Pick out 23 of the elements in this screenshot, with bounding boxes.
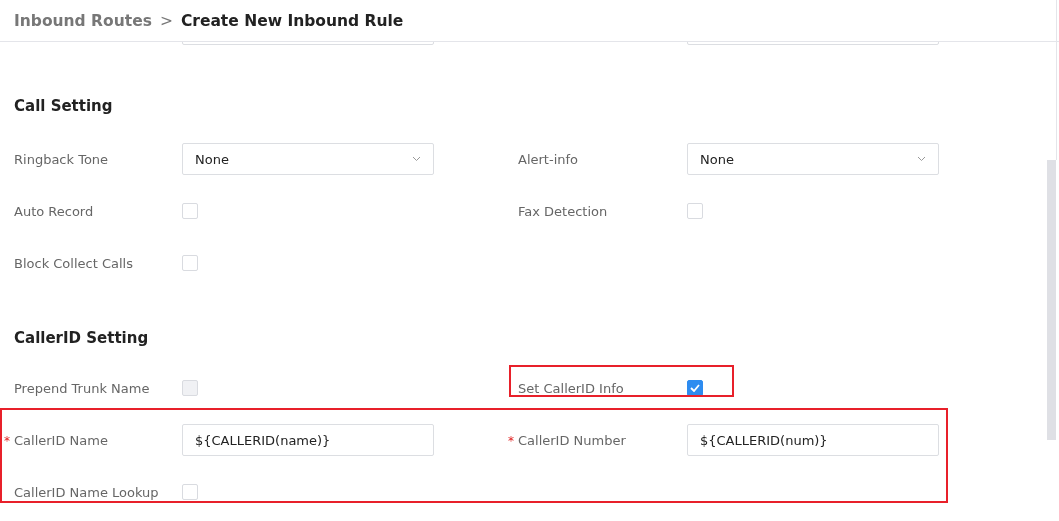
field-label: Fax Detection (518, 203, 609, 219)
required-mark: * (508, 433, 514, 448)
field-label: Prepend Trunk Name (14, 380, 151, 396)
page-title: Create New Inbound Rule (180, 11, 404, 30)
field-label: CallerID Name Lookup (14, 484, 160, 500)
field-label: Ringback Tone (14, 151, 110, 167)
text-field[interactable]: ${CALLERID(num)} (687, 424, 939, 456)
caret-icon (917, 156, 926, 162)
scrollbar-thumb[interactable] (1047, 160, 1056, 440)
field-label: Set CallerID Info (518, 380, 687, 396)
breadcrumb-separator: > (159, 11, 173, 30)
caret-icon (412, 156, 421, 162)
dropdown[interactable]: None (182, 143, 434, 175)
field-label: Block Collect Calls (14, 255, 134, 271)
required-mark: * (4, 433, 10, 448)
breadcrumb-link[interactable]: Inbound Routes (14, 11, 152, 30)
checkbox[interactable] (687, 380, 703, 396)
dropdown[interactable]: None (687, 143, 939, 175)
field-label: Auto Record (14, 203, 95, 219)
field-label: Alert-info (518, 151, 580, 167)
text-field[interactable]: ${CALLERID(name)} (182, 424, 434, 456)
section-heading: Call Setting (14, 96, 114, 117)
section-heading: CallerID Setting (14, 328, 150, 349)
